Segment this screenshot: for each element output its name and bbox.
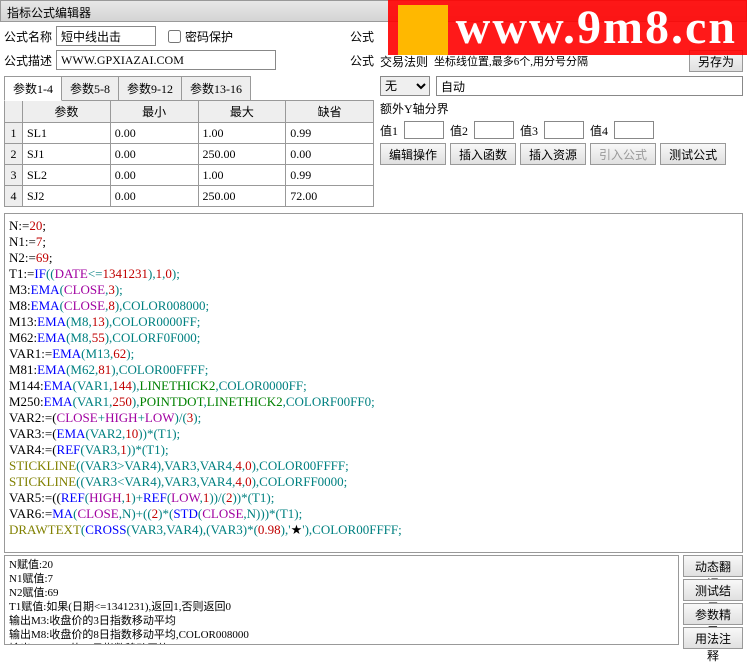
password-protect-checkbox[interactable]: 密码保护 [168, 28, 233, 45]
formula-name-label: 公式名称 [4, 28, 52, 45]
param-cell-input[interactable] [111, 186, 198, 206]
watermark-logo [398, 5, 448, 55]
param-cell-input[interactable] [23, 165, 110, 185]
formula-label-1: 公式 [350, 28, 374, 45]
param-cell-input[interactable] [286, 123, 373, 143]
y-val4[interactable] [614, 121, 654, 139]
formula-desc-label: 公式描述 [4, 52, 52, 69]
param-cell-input[interactable] [199, 144, 286, 164]
trade-rule-hint: 坐标线位置,最多6个,用分号分隔 [434, 53, 588, 69]
formula-label-2: 公式 [350, 52, 374, 69]
param-table: 参数最小最大缺省 1234 [4, 100, 374, 207]
param-row: 1 [5, 123, 374, 144]
trade-rule-select[interactable]: 无 [380, 76, 430, 96]
output-panel: N赋值:20N1赋值:7N2赋值:69T1赋值:如果(日期<=1341231),… [4, 555, 679, 645]
action-button[interactable]: 测试公式 [660, 143, 726, 165]
param-tab[interactable]: 参数9-12 [118, 76, 182, 101]
action-button[interactable]: 插入资源 [520, 143, 586, 165]
trade-rule-auto-input[interactable] [436, 76, 743, 96]
param-row: 2 [5, 144, 374, 165]
action-button[interactable]: 编辑操作 [380, 143, 446, 165]
param-tab[interactable]: 参数5-8 [61, 76, 119, 101]
side-button[interactable]: 动态翻译 [683, 555, 743, 577]
formula-desc-input[interactable] [56, 50, 276, 70]
param-cell-input[interactable] [199, 186, 286, 206]
param-cell-input[interactable] [199, 165, 286, 185]
side-button-bar: 动态翻译测试结果参数精灵用法注释 [683, 555, 743, 649]
action-button[interactable]: 引入公式 [590, 143, 656, 165]
extra-y-label: 额外Y轴分界 [380, 100, 449, 117]
side-button[interactable]: 用法注释 [683, 627, 743, 649]
param-cell-input[interactable] [111, 123, 198, 143]
param-cell-input[interactable] [199, 123, 286, 143]
watermark: www.9m8.cn [388, 0, 747, 55]
param-cell-input[interactable] [286, 186, 373, 206]
param-row: 4 [5, 186, 374, 207]
window-title: 指标公式编辑器 [7, 6, 91, 20]
param-cell-input[interactable] [286, 144, 373, 164]
param-cell-input[interactable] [23, 123, 110, 143]
param-tabs: 参数1-4参数5-8参数9-12参数13-16 [4, 76, 374, 101]
side-button[interactable]: 参数精灵 [683, 603, 743, 625]
formula-name-input[interactable] [56, 26, 156, 46]
param-cell-input[interactable] [111, 165, 198, 185]
y-val3[interactable] [544, 121, 584, 139]
y-val1[interactable] [404, 121, 444, 139]
param-row: 3 [5, 165, 374, 186]
side-button[interactable]: 测试结果 [683, 579, 743, 601]
param-tab[interactable]: 参数1-4 [4, 76, 62, 101]
param-tab[interactable]: 参数13-16 [181, 76, 251, 101]
action-button[interactable]: 插入函数 [450, 143, 516, 165]
param-cell-input[interactable] [23, 144, 110, 164]
param-cell-input[interactable] [23, 186, 110, 206]
action-button-bar: 编辑操作插入函数插入资源引入公式测试公式 [380, 143, 743, 165]
param-cell-input[interactable] [111, 144, 198, 164]
y-val2[interactable] [474, 121, 514, 139]
code-editor[interactable]: N:=20;N1:=7;N2:=69;T1:=IF((DATE<=1341231… [4, 213, 743, 553]
param-cell-input[interactable] [286, 165, 373, 185]
